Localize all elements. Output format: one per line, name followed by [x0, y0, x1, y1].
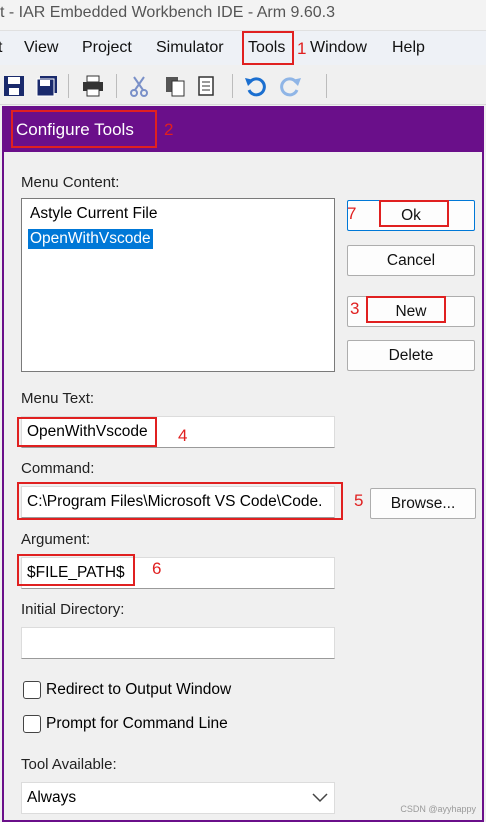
annotation-box-argument: [17, 554, 135, 586]
toolbar-separator: [232, 74, 233, 98]
redo-icon[interactable]: [280, 75, 302, 97]
paste-icon[interactable]: [196, 75, 218, 97]
initial-directory-label: Initial Directory:: [21, 601, 125, 618]
prompt-command-line-checkbox[interactable]: [23, 715, 41, 733]
chevron-down-icon: [312, 793, 328, 803]
initial-directory-input[interactable]: [21, 627, 335, 659]
redirect-output-label: Redirect to Output Window: [46, 681, 232, 698]
annotation-number-7: 7: [347, 204, 357, 223]
menu-window[interactable]: Window: [310, 39, 367, 57]
menu-project[interactable]: Project: [82, 39, 132, 57]
annotation-box-ok: [379, 200, 449, 227]
argument-label: Argument:: [21, 531, 91, 548]
save-all-icon[interactable]: [36, 75, 58, 97]
delete-button[interactable]: Delete: [347, 340, 475, 371]
menu-view[interactable]: View: [24, 39, 58, 57]
toolbar-separator: [116, 74, 117, 98]
redirect-output-checkbox[interactable]: [23, 681, 41, 699]
menu-text-label: Menu Text:: [21, 390, 95, 407]
tool-available-label: Tool Available:: [21, 756, 117, 773]
annotation-box-menu-text: [17, 417, 157, 447]
watermark: CSDN @ayyhappy: [400, 804, 476, 814]
toolbar-separator: [68, 74, 69, 98]
command-label: Command:: [21, 460, 95, 477]
save-icon[interactable]: [3, 75, 25, 97]
annotation-number-3: 3: [350, 299, 360, 318]
annotation-number-2: 2: [164, 120, 174, 139]
annotation-number-5: 5: [354, 491, 364, 510]
copy-icon[interactable]: [164, 75, 186, 97]
toolbar-separator: [326, 74, 327, 98]
list-item-openwithvscode[interactable]: OpenWithVscode: [28, 229, 153, 249]
list-item-astyle[interactable]: Astyle Current File: [30, 205, 157, 223]
menu-simulator[interactable]: Simulator: [156, 39, 224, 57]
annotation-number-6: 6: [152, 559, 162, 578]
configure-tools-dialog: Configure Tools 2 Menu Content: Astyle C…: [2, 106, 484, 822]
menu-help[interactable]: Help: [392, 39, 425, 57]
annotation-box-new: [366, 296, 446, 323]
browse-button-label: Browse...: [390, 495, 456, 512]
menu-content-list[interactable]: Astyle Current File OpenWithVscode: [21, 198, 335, 372]
print-icon[interactable]: [82, 75, 104, 97]
annotation-box-command: [17, 482, 343, 520]
menu-content-label: Menu Content:: [21, 174, 120, 191]
cancel-button-label: Cancel: [386, 252, 436, 269]
prompt-command-line-label: Prompt for Command Line: [46, 715, 228, 732]
toolbar: [0, 66, 486, 105]
browse-button[interactable]: Browse...: [370, 488, 476, 519]
cancel-button[interactable]: Cancel: [347, 245, 475, 276]
tool-available-value: Always: [27, 789, 77, 806]
undo-icon[interactable]: [244, 75, 266, 97]
tool-available-select[interactable]: Always: [21, 782, 335, 814]
annotation-box-title: [11, 110, 157, 148]
delete-button-label: Delete: [388, 347, 434, 364]
window-title: t - IAR Embedded Workbench IDE - Arm 9.6…: [0, 4, 335, 21]
menu-file-partial[interactable]: t: [0, 39, 2, 57]
window-title-bar: t - IAR Embedded Workbench IDE - Arm 9.6…: [0, 0, 486, 31]
annotation-box-tools: [242, 31, 294, 65]
annotation-number-4: 4: [178, 426, 188, 445]
cut-icon[interactable]: [128, 75, 150, 97]
annotation-number-1: 1: [297, 39, 307, 58]
